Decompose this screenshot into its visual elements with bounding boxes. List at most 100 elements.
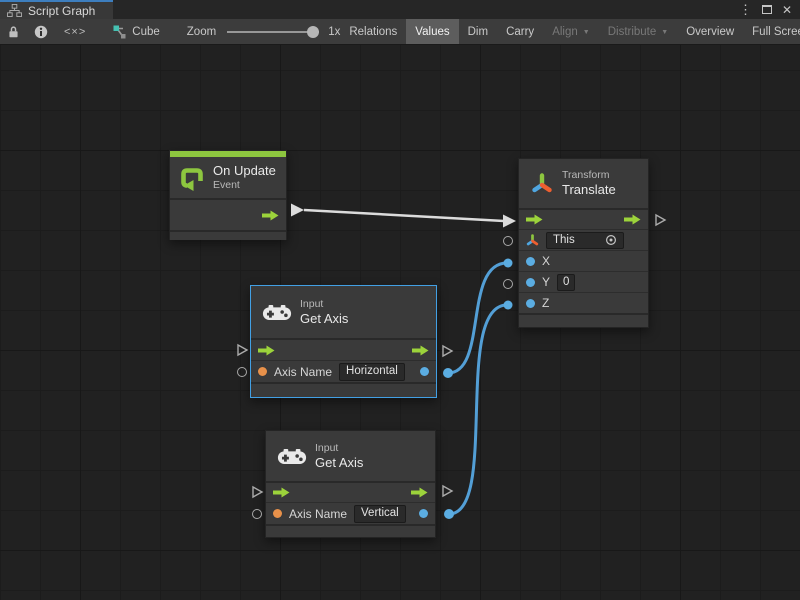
window-menu-icon[interactable]: ⋮ bbox=[739, 3, 752, 16]
relations-button[interactable]: Relations bbox=[340, 19, 406, 44]
axis-name-label: Axis Name bbox=[274, 365, 332, 379]
value-wire-vertical-to-z bbox=[449, 305, 507, 514]
control-input-arrow-icon[interactable] bbox=[526, 214, 543, 225]
maximize-icon[interactable] bbox=[762, 5, 772, 14]
axis-name-value: Horizontal bbox=[346, 365, 398, 378]
node-on-update[interactable]: On Update Event bbox=[169, 150, 287, 240]
overview-button[interactable]: Overview bbox=[677, 19, 743, 44]
zoom-slider-handle[interactable] bbox=[307, 26, 319, 38]
window-controls: ⋮ ✕ bbox=[739, 0, 800, 19]
y-value: 0 bbox=[563, 276, 569, 289]
align-label: Align bbox=[552, 26, 578, 38]
axis-name-field[interactable]: Horizontal bbox=[339, 363, 405, 381]
axis-name-port-dot[interactable] bbox=[258, 367, 267, 376]
graph-target-button[interactable]: Cube bbox=[103, 19, 169, 44]
z-port-dot[interactable] bbox=[526, 299, 535, 308]
node-category: Transform bbox=[562, 169, 616, 182]
translate-control-output-port[interactable] bbox=[654, 213, 667, 227]
result-port-dot[interactable] bbox=[419, 509, 428, 518]
get-axis-h-axis-name-input-port[interactable] bbox=[237, 367, 247, 377]
object-picker-icon[interactable] bbox=[605, 234, 617, 246]
control-output-port-filled[interactable] bbox=[291, 204, 304, 217]
get-axis-h-control-input-port[interactable] bbox=[236, 343, 249, 357]
node-get-axis-vertical[interactable]: Input Get Axis Axis Name Vertical bbox=[265, 430, 436, 538]
values-label: Values bbox=[415, 26, 449, 38]
update-event-icon bbox=[179, 165, 205, 191]
value-input-port-z[interactable] bbox=[504, 301, 513, 310]
translate-this-input-port[interactable] bbox=[503, 236, 513, 246]
transform-mini-icon bbox=[526, 234, 539, 247]
tab-bar: Script Graph ⋮ ✕ bbox=[0, 0, 800, 19]
node-title: Get Axis bbox=[315, 455, 363, 471]
control-wire bbox=[304, 210, 504, 221]
control-row bbox=[251, 338, 436, 360]
control-row bbox=[266, 481, 435, 502]
info-icon bbox=[34, 25, 48, 39]
chevron-down-icon: ▼ bbox=[583, 29, 590, 36]
node-footer bbox=[170, 230, 286, 240]
graph-toolbar: <×> Cube Zoom 1x Relations Values Dim Ca… bbox=[0, 19, 800, 45]
node-footer bbox=[519, 313, 648, 323]
graph-canvas[interactable]: On Update Event Transform bbox=[0, 45, 800, 600]
lock-icon bbox=[7, 25, 20, 39]
control-output-arrow-icon[interactable] bbox=[412, 345, 429, 356]
axis-name-label: Axis Name bbox=[289, 507, 347, 521]
control-output-arrow-icon[interactable] bbox=[411, 487, 428, 498]
y-label: Y bbox=[542, 275, 550, 289]
x-label: X bbox=[542, 254, 550, 268]
get-axis-v-axis-name-input-port[interactable] bbox=[252, 509, 262, 519]
tab-title: Script Graph bbox=[28, 4, 95, 18]
gamepad-icon bbox=[262, 304, 292, 321]
zoom-label: Zoom bbox=[187, 26, 216, 38]
node-subtitle: Event bbox=[213, 179, 276, 192]
result-port-dot[interactable] bbox=[420, 367, 429, 376]
get-axis-h-control-output-port[interactable] bbox=[441, 344, 454, 358]
control-input-port-filled[interactable] bbox=[503, 215, 516, 228]
get-axis-v-control-input-port[interactable] bbox=[251, 485, 264, 499]
control-output-arrow-icon[interactable] bbox=[624, 214, 641, 225]
zoom-value: 1x bbox=[328, 26, 340, 38]
control-output-arrow-icon[interactable] bbox=[262, 210, 279, 221]
axis-name-port-dot[interactable] bbox=[273, 509, 282, 518]
control-input-arrow-icon[interactable] bbox=[273, 487, 290, 498]
carry-button[interactable]: Carry bbox=[497, 19, 543, 44]
axis-name-value: Vertical bbox=[361, 507, 399, 520]
y-field[interactable]: 0 bbox=[557, 274, 575, 291]
fullscreen-button[interactable]: Full Screen bbox=[743, 19, 800, 44]
gamepad-icon bbox=[277, 448, 307, 465]
node-translate[interactable]: Transform Translate This bbox=[518, 158, 649, 328]
transform-icon bbox=[530, 172, 554, 196]
fullscreen-label: Full Screen bbox=[752, 26, 800, 38]
align-dropdown[interactable]: Align ▼ bbox=[543, 19, 599, 44]
info-button[interactable] bbox=[27, 19, 55, 44]
close-icon[interactable]: ✕ bbox=[782, 4, 792, 16]
control-row bbox=[170, 198, 286, 230]
values-button[interactable]: Values bbox=[406, 19, 458, 44]
this-value: This bbox=[553, 234, 575, 247]
overview-label: Overview bbox=[686, 26, 734, 38]
x-port-dot[interactable] bbox=[526, 257, 535, 266]
distribute-label: Distribute bbox=[608, 26, 657, 38]
translate-y-input-port[interactable] bbox=[503, 279, 513, 289]
value-output-port-horizontal[interactable] bbox=[443, 368, 453, 378]
code-preview-button[interactable]: <×> bbox=[55, 19, 95, 44]
value-input-port-x[interactable] bbox=[504, 259, 513, 268]
this-field[interactable]: This bbox=[546, 232, 624, 249]
carry-label: Carry bbox=[506, 26, 534, 38]
distribute-dropdown[interactable]: Distribute ▼ bbox=[599, 19, 678, 44]
get-axis-v-control-output-port[interactable] bbox=[441, 484, 454, 498]
y-row: Y 0 bbox=[519, 271, 648, 292]
graph-target-label: Cube bbox=[132, 26, 160, 38]
y-port-dot[interactable] bbox=[526, 278, 535, 287]
dim-button[interactable]: Dim bbox=[459, 19, 497, 44]
axis-name-field[interactable]: Vertical bbox=[354, 505, 406, 523]
z-row: Z bbox=[519, 292, 648, 313]
lock-button[interactable] bbox=[0, 19, 27, 44]
tab-script-graph[interactable]: Script Graph bbox=[0, 0, 113, 19]
z-label: Z bbox=[542, 296, 549, 310]
zoom-slider[interactable] bbox=[227, 31, 319, 33]
control-input-arrow-icon[interactable] bbox=[258, 345, 275, 356]
value-output-port-vertical[interactable] bbox=[444, 509, 454, 519]
node-get-axis-horizontal[interactable]: Input Get Axis Axis Name Horizontal bbox=[250, 285, 437, 398]
relations-label: Relations bbox=[349, 26, 397, 38]
